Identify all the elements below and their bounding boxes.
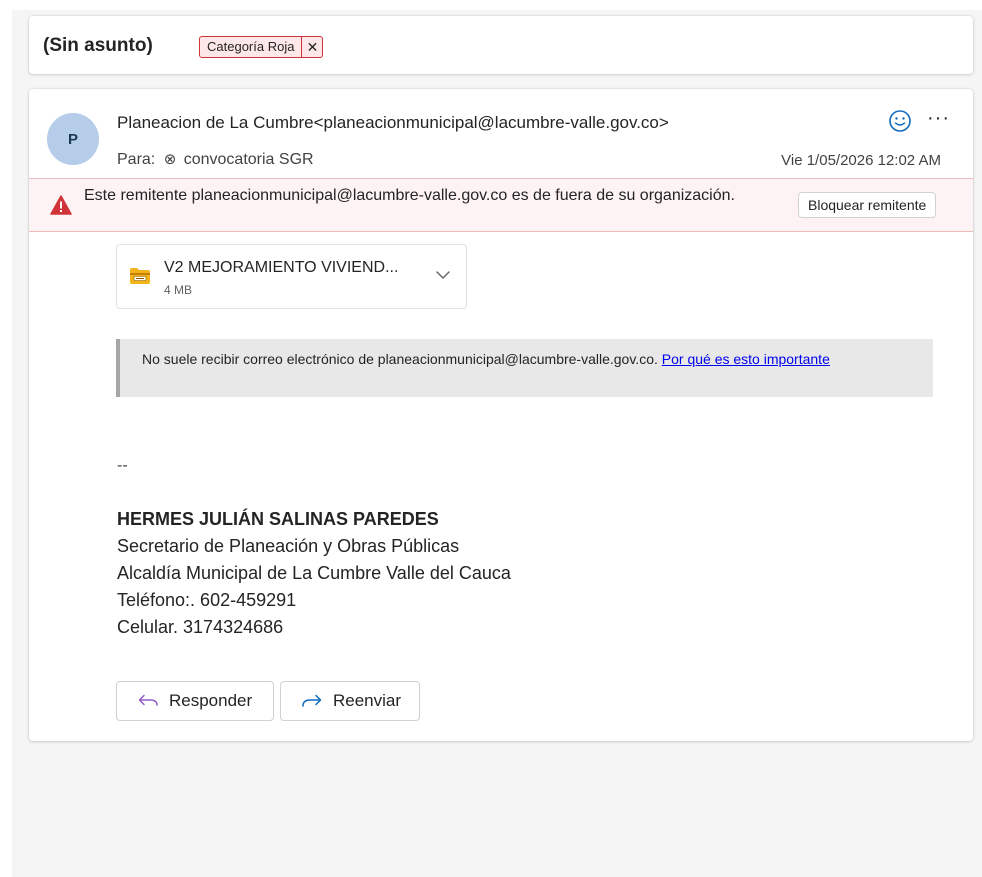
smiley-icon[interactable] — [887, 108, 913, 134]
archive-file-icon — [130, 268, 150, 284]
warning-text: Este remitente planeacionmunicipal@lacum… — [84, 187, 735, 204]
category-remove-button[interactable]: ✕ — [301, 37, 322, 57]
to-label: Para: — [117, 151, 156, 168]
sender-avatar[interactable]: P — [47, 113, 99, 165]
why-important-link[interactable]: Por qué es esto importante — [662, 351, 830, 367]
forward-arrow-icon — [302, 694, 322, 707]
recipients-line: Para: ⊗ convocatoria SGR — [117, 150, 314, 169]
first-contact-notice: No suele recibir correo electrónico de p… — [116, 339, 933, 397]
block-sender-button[interactable]: Bloquear remitente — [798, 192, 937, 218]
recipient-name[interactable]: convocatoria SGR — [184, 151, 314, 168]
attachment-card[interactable]: V2 MEJORAMIENTO VIVIEND... 4 MB — [116, 244, 467, 309]
forward-label: Reenviar — [333, 691, 402, 710]
signature-separator: -- — [117, 457, 128, 474]
signature-phone: Teléfono:. 602-459291 — [117, 590, 297, 610]
warning-icon — [50, 195, 72, 215]
signature-office: Alcaldía Municipal de La Cumbre Valle de… — [117, 563, 511, 583]
forward-button[interactable]: Reenviar — [280, 681, 420, 721]
sender-name[interactable]: Planeacion de La Cumbre<planeacionmunici… — [117, 113, 669, 133]
message-date: Vie 1/05/2026 12:02 AM — [781, 152, 941, 169]
attachment-name: V2 MEJORAMIENTO VIVIEND... — [164, 259, 399, 276]
reply-arrow-icon — [138, 694, 158, 706]
signature-name: HERMES JULIÁN SALINAS PAREDES — [117, 509, 439, 529]
signature-mobile: Celular. 3174324686 — [117, 617, 284, 637]
more-options-icon[interactable]: ··· — [927, 107, 950, 130]
recipient-remove-icon: ⊗ — [163, 151, 177, 168]
subject-card: (Sin asunto) Categoría Roja ✕ — [29, 16, 973, 74]
signature-title: Secretario de Planeación y Obras Pública… — [117, 536, 460, 556]
attachment-size: 4 MB — [164, 283, 193, 297]
chevron-down-icon[interactable] — [435, 267, 451, 283]
reply-button[interactable]: Responder — [116, 681, 274, 721]
subject-title: (Sin asunto) — [43, 35, 153, 56]
category-label: Categoría Roja — [207, 39, 295, 54]
external-sender-warning: Este remitente planeacionmunicipal@lacum… — [29, 178, 973, 232]
category-tag[interactable]: Categoría Roja ✕ — [199, 36, 324, 58]
message-card: P Planeacion de La Cumbre<planeacionmuni… — [29, 89, 973, 741]
notice-text: No suele recibir correo electrónico de p… — [142, 351, 662, 367]
reply-label: Responder — [169, 691, 253, 710]
